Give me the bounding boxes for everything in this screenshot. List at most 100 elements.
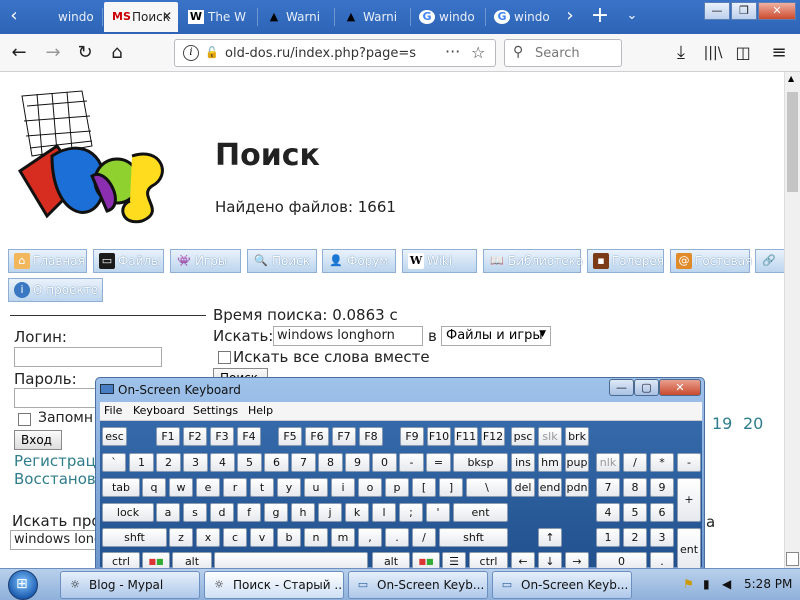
start-button[interactable]: ⊞ <box>8 570 38 600</box>
scope-select[interactable]: Файлы и игры ▼ <box>441 326 551 346</box>
login-button[interactable]: Вход <box>14 430 62 450</box>
tab-active[interactable]: MS Поиск ✕ <box>104 2 178 32</box>
key-d[interactable]: d <box>210 503 234 522</box>
key-3[interactable]: 3 <box>650 528 674 547</box>
key-[[interactable]: [ <box>412 478 436 497</box>
key-z[interactable]: z <box>169 528 193 547</box>
key-l[interactable]: l <box>372 503 396 522</box>
key-F2[interactable]: F2 <box>183 427 207 446</box>
key-t[interactable]: t <box>250 478 274 497</box>
taskbar-item-osk-1[interactable]: ▭ On-Screen Keyb... <box>348 571 488 599</box>
nav-gallery[interactable]: ▪ Галерея <box>587 249 664 273</box>
nav-games[interactable]: 👾 Игры <box>170 249 241 273</box>
home-icon[interactable]: ⌂ <box>104 40 130 66</box>
key-pdn[interactable]: pdn <box>565 478 589 497</box>
key-F1[interactable]: F1 <box>156 427 180 446</box>
key-F5[interactable]: F5 <box>278 427 302 446</box>
key-1[interactable]: 1 <box>129 453 154 472</box>
tab-4[interactable]: ▲ Warni <box>258 2 334 32</box>
nav-links[interactable]: 🔗 <box>755 249 784 273</box>
library-icon[interactable]: |||\ <box>700 40 726 66</box>
bookmark-star-icon[interactable]: ☆ <box>471 43 485 62</box>
key-,[interactable]: , <box>358 528 382 547</box>
action-center-flag-icon[interactable]: ⚑ <box>683 577 694 591</box>
key-6[interactable]: 6 <box>650 503 674 522</box>
key-3[interactable]: 3 <box>183 453 208 472</box>
key-F8[interactable]: F8 <box>359 427 383 446</box>
key-9[interactable]: 9 <box>345 453 370 472</box>
key-8[interactable]: 8 <box>623 478 647 497</box>
key-c[interactable]: c <box>223 528 247 547</box>
key-esc[interactable]: esc <box>102 427 127 446</box>
window-maximize-button[interactable]: ❐ <box>731 2 757 20</box>
scrollbar-thumb[interactable] <box>787 92 798 192</box>
key-v[interactable]: v <box>250 528 274 547</box>
volume-icon[interactable]: ◀ <box>722 577 731 591</box>
info-icon[interactable]: i <box>183 45 199 61</box>
scroll-down-button[interactable] <box>786 552 799 566</box>
key-shft[interactable]: shft <box>439 528 508 547</box>
key-x[interactable]: x <box>196 528 220 547</box>
key-F10[interactable]: F10 <box>427 427 451 446</box>
key-2[interactable]: 2 <box>156 453 181 472</box>
key-↑[interactable]: ↑ <box>538 528 562 547</box>
key-2[interactable]: 2 <box>623 528 647 547</box>
clock[interactable]: 5:28 PM <box>744 577 792 591</box>
key-j[interactable]: j <box>318 503 342 522</box>
key-5[interactable]: 5 <box>623 503 647 522</box>
key-g[interactable]: g <box>264 503 288 522</box>
restore-link[interactable]: Восстановл <box>14 470 105 488</box>
key-7[interactable]: 7 <box>291 453 316 472</box>
list-tabs-icon[interactable]: ⌄ <box>620 4 644 28</box>
reload-icon[interactable]: ↻ <box>72 40 98 66</box>
taskbar-item-search[interactable]: ☼ Поиск - Старый ... <box>204 571 344 599</box>
tab-1[interactable]: windo <box>30 2 100 32</box>
nav-search[interactable]: 🔍 Поиск <box>247 249 317 273</box>
nav-guestbook[interactable]: @ Гостевая <box>670 249 752 273</box>
key-ent[interactable]: ent <box>453 503 508 522</box>
tab-3[interactable]: W The W <box>180 2 256 32</box>
key-5[interactable]: 5 <box>237 453 262 472</box>
key-p[interactable]: p <box>385 478 409 497</box>
osk-close-button[interactable]: ✕ <box>659 379 701 396</box>
page-link-20[interactable]: 20 <box>743 414 763 433</box>
key-hm[interactable]: hm <box>538 453 562 472</box>
url-bar[interactable]: i 🔓 old-dos.ru/index.php?page=s ··· ☆ <box>174 39 496 67</box>
key-0[interactable]: 0 <box>372 453 397 472</box>
key-e[interactable]: e <box>196 478 220 497</box>
key-shft[interactable]: shft <box>102 528 167 547</box>
key-r[interactable]: r <box>223 478 247 497</box>
key-o[interactable]: o <box>358 478 382 497</box>
window-minimize-button[interactable]: — <box>704 2 730 20</box>
key-m[interactable]: m <box>331 528 355 547</box>
key-4[interactable]: 4 <box>596 503 620 522</box>
key-4[interactable]: 4 <box>210 453 235 472</box>
tab-scroll-right-icon[interactable]: › <box>558 4 582 28</box>
key-pup[interactable]: pup <box>565 453 589 472</box>
key-;[interactable]: ; <box>399 503 423 522</box>
menu-file[interactable]: File <box>104 404 122 417</box>
key-k[interactable]: k <box>345 503 369 522</box>
key-q[interactable]: q <box>142 478 166 497</box>
key-8[interactable]: 8 <box>318 453 343 472</box>
key-F9[interactable]: F9 <box>400 427 424 446</box>
key-`[interactable]: ` <box>102 453 126 472</box>
key-slk[interactable]: slk <box>538 427 562 446</box>
scroll-up-icon[interactable]: ▲ <box>788 74 794 83</box>
menu-icon[interactable]: ≡ <box>766 40 792 66</box>
key-\[interactable]: \ <box>466 478 508 497</box>
page-scrollbar[interactable]: ▲ <box>784 72 800 568</box>
key-9[interactable]: 9 <box>650 478 674 497</box>
nav-home[interactable]: ⌂ Главная <box>8 249 87 273</box>
key-/[interactable]: / <box>412 528 436 547</box>
menu-settings[interactable]: Settings <box>193 404 238 417</box>
tab-5[interactable]: ▲ Warni <box>335 2 411 32</box>
nav-wiki[interactable]: W Wiki <box>402 249 477 273</box>
register-link[interactable]: Регистраци <box>14 452 106 470</box>
key-lock[interactable]: lock <box>102 503 154 522</box>
key-6[interactable]: 6 <box>264 453 289 472</box>
key-.[interactable]: . <box>385 528 409 547</box>
key-F7[interactable]: F7 <box>332 427 356 446</box>
page-actions-icon[interactable]: ··· <box>445 42 460 61</box>
key-F4[interactable]: F4 <box>237 427 261 446</box>
